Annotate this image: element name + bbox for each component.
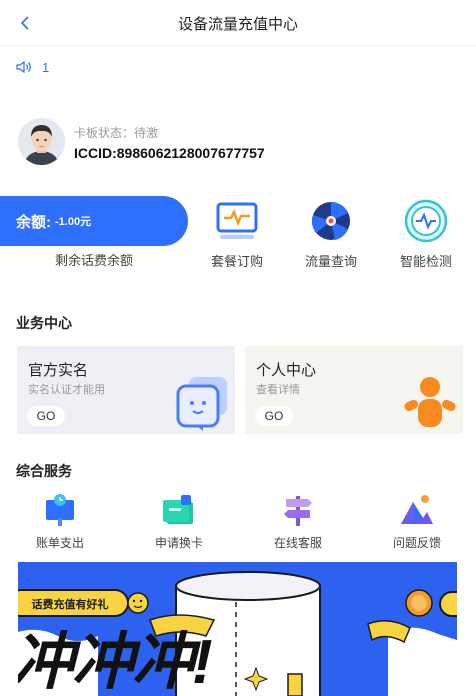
- speaker-icon: [16, 60, 31, 74]
- monitor-pulse-icon: [216, 202, 258, 239]
- promo-headline: 冲冲冲!: [18, 628, 213, 696]
- notice-text: 1: [42, 59, 50, 75]
- signpost-icon: [284, 496, 312, 526]
- service-online-support[interactable]: 在线客服: [258, 492, 338, 551]
- top-bar: 设备流量充值中心: [0, 0, 476, 46]
- go-button[interactable]: GO: [255, 406, 293, 426]
- notice-bar[interactable]: 1: [16, 58, 49, 76]
- fan-icon: [311, 202, 350, 240]
- balance-value: -1.00元: [55, 216, 92, 228]
- card-status: 卡板状态：待激: [74, 126, 159, 140]
- mountain-icon: [401, 495, 433, 524]
- tool-label: 智能检测: [399, 254, 452, 269]
- balance-caption: 剩余话费余额: [54, 253, 133, 268]
- business-section-title: 业务中心: [16, 315, 72, 331]
- service-label: 账单支出: [35, 536, 84, 550]
- card-desc: 查看详情: [256, 384, 300, 396]
- avatar: [18, 118, 65, 165]
- detect-icon: [404, 199, 448, 243]
- service-label: 问题反馈: [392, 536, 441, 550]
- service-bill[interactable]: 账单支出: [20, 492, 100, 551]
- tool-smart-detect[interactable]: 智能检测: [386, 199, 466, 270]
- tool-package-order[interactable]: 套餐订购: [197, 199, 277, 270]
- page-title: 设备流量充值中心: [177, 16, 298, 33]
- service-change-card[interactable]: 申请换卡: [139, 492, 219, 551]
- tool-label: 套餐订购: [210, 254, 263, 269]
- services-section-title: 综合服务: [16, 463, 72, 479]
- service-feedback[interactable]: 问题反馈: [377, 492, 457, 551]
- promo-banner[interactable]: 话费充值有好礼 冲冲冲!: [18, 562, 457, 696]
- service-label: 在线客服: [273, 536, 322, 550]
- tool-traffic-query[interactable]: 流量查询: [291, 199, 371, 270]
- sim-card-icon: [163, 495, 193, 524]
- person-icon: [404, 377, 456, 427]
- promo-tag: 话费充值有好礼: [31, 599, 109, 611]
- card-iccid: ICCID:898606212800767775​7: [74, 145, 265, 161]
- card-desc: 实名认证才能用: [28, 384, 105, 396]
- go-button[interactable]: GO: [27, 406, 65, 426]
- balance-badge[interactable]: 余额: -1.00元: [0, 196, 188, 246]
- card-name: 个人中心: [256, 362, 317, 379]
- personal-center-card[interactable]: 个人中心 查看详情 GO: [245, 346, 463, 434]
- service-label: 申请换卡: [154, 536, 203, 550]
- balance-label: 余额:: [16, 213, 51, 231]
- bill-clock-icon: [46, 494, 74, 526]
- real-name-card[interactable]: 官方实名 实名认证才能用 GO: [17, 346, 235, 434]
- tool-label: 流量查询: [304, 254, 357, 269]
- card-name: 官方实名: [28, 362, 89, 379]
- chat-face-icon: [176, 377, 227, 431]
